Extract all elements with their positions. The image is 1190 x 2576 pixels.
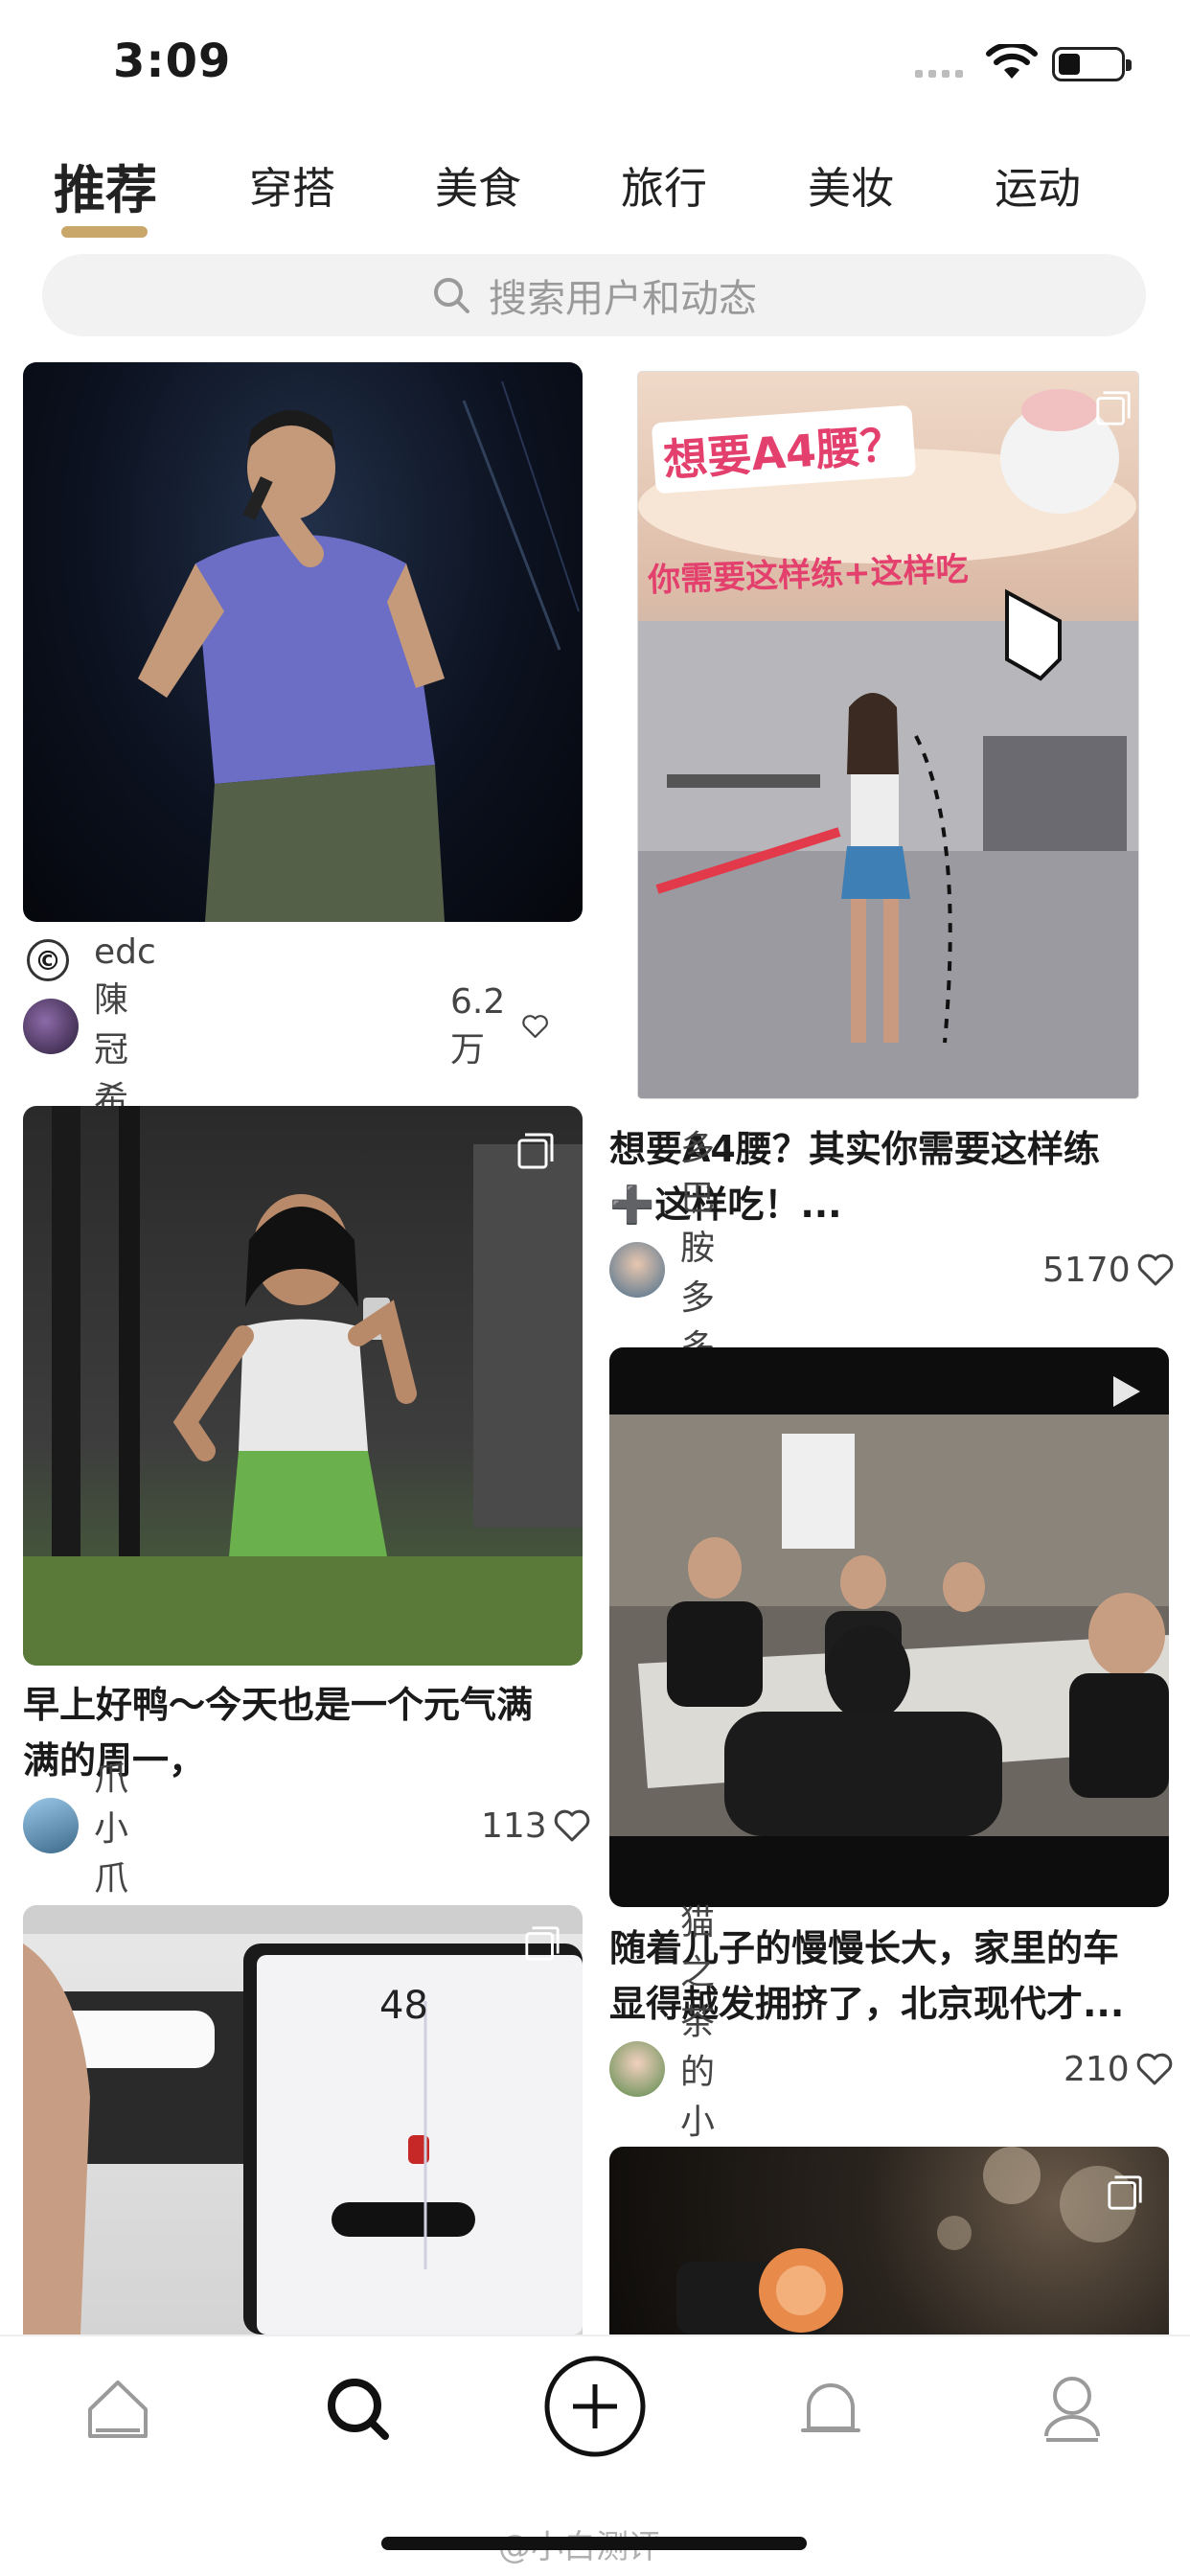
avatar[interactable] [609, 2041, 665, 2097]
category-tabs: 推荐 穿搭 美食 旅行 美妆 运动 [0, 153, 1190, 249]
like-button[interactable]: 5170 [1042, 1241, 1175, 1299]
multi-image-icon [1096, 391, 1131, 426]
post-image[interactable] [609, 2147, 1169, 2334]
like-count: 113 [481, 1806, 547, 1846]
battery-icon [1052, 47, 1132, 81]
search-placeholder: 搜索用户和动态 [489, 277, 757, 321]
meeting-illustration [609, 1414, 1169, 1836]
add-post-icon[interactable] [542, 2354, 648, 2459]
heart-icon [554, 1809, 589, 1842]
home-icon[interactable] [84, 2375, 151, 2442]
post-image[interactable]: 48 [23, 1905, 583, 2334]
author-row[interactable]: 爪小爪 [23, 1760, 128, 1898]
copyright-mark: © [27, 939, 69, 981]
camera-lens-illustration [676, 2147, 1136, 2334]
post-video-thumbnail[interactable] [609, 1347, 1169, 1907]
profile-icon[interactable] [1039, 2373, 1106, 2444]
post-image[interactable]: 想要A4腰？ 你需要这样练+这样吃 [638, 372, 1138, 1098]
video-play-icon [1113, 1376, 1140, 1407]
avatar[interactable] [609, 1242, 665, 1298]
notification-bell-icon[interactable] [797, 2375, 864, 2442]
post-image[interactable] [23, 362, 583, 922]
avatar[interactable] [23, 999, 79, 1054]
search-icon [434, 278, 469, 313]
post-image[interactable] [23, 1106, 583, 1666]
like-button[interactable]: 113 [481, 1797, 591, 1854]
tab-recommend[interactable]: 推荐 [54, 148, 157, 223]
avatar[interactable] [23, 1798, 79, 1853]
active-tab-indicator [61, 226, 148, 238]
tab-food[interactable]: 美食 [435, 153, 521, 216]
car-dashboard-illustration [23, 1905, 583, 2334]
tab-travel[interactable]: 旅行 [621, 153, 707, 216]
author-row[interactable]: edc陳冠希 [23, 932, 156, 1119]
like-button[interactable]: 210 [1064, 2040, 1174, 2098]
search-input[interactable]: 搜索用户和动态 [42, 254, 1146, 336]
screen-speed-readout: 48 [379, 1984, 428, 2028]
heart-icon [1137, 1254, 1173, 1286]
wifi-icon [986, 44, 1038, 79]
discover-icon[interactable] [324, 2375, 391, 2442]
status-time: 3:09 [113, 34, 232, 88]
like-count: 6.2万 [450, 981, 506, 1070]
multi-image-icon [525, 1926, 560, 1961]
like-button[interactable]: 6.2万 [450, 982, 549, 1070]
status-bar: 3:09 [0, 0, 1190, 125]
multi-image-icon [517, 1133, 554, 1169]
like-count: 210 [1064, 2049, 1130, 2089]
author-name[interactable]: edc陳冠希 [94, 932, 156, 1121]
cellular-signal-icon [915, 70, 963, 78]
heart-icon [522, 1015, 549, 1039]
tab-outfit[interactable]: 穿搭 [249, 153, 335, 216]
multi-image-icon [1108, 2175, 1142, 2210]
author-row[interactable]: 多巴胺多多酱 [609, 1129, 715, 1417]
tab-beauty[interactable]: 美妆 [808, 153, 894, 216]
like-count: 5170 [1042, 1250, 1131, 1290]
tab-sports[interactable]: 运动 [995, 153, 1081, 216]
heart-icon [1136, 2053, 1172, 2085]
gym-selfie-illustration [23, 1106, 583, 1666]
home-indicator[interactable] [381, 2537, 807, 2550]
author-name[interactable]: 爪小爪 [94, 1751, 128, 1900]
performer-illustration [138, 380, 580, 922]
author-row[interactable]: 猫之茶的小幸福 [609, 1903, 715, 2242]
